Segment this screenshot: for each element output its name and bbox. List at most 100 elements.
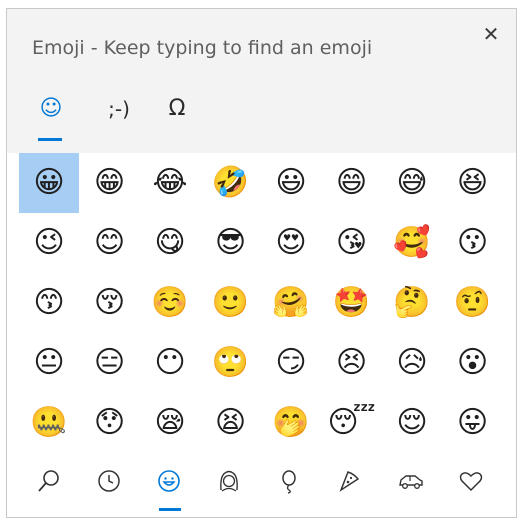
emoji-glyph: 😮 [456,345,489,380]
smiley-tab-icon: ☺ [39,96,63,121]
emoji-glyph: 😪 [154,405,186,440]
emoji-glyph: 😏 [275,345,307,380]
emoji-cell[interactable]: 😪 [140,393,200,453]
active-category-indicator [159,508,181,511]
emoji-panel: ✕ Emoji - Keep typing to find an emoji ☺… [6,8,517,518]
emoji-cell[interactable]: 😫 [201,393,261,453]
emoji-cell[interactable]: 😐 [19,333,79,393]
tab-emoji[interactable]: ☺ [31,89,71,141]
search-icon [38,470,59,492]
emoji-cell[interactable]: 😥 [382,333,442,393]
emoji-cell[interactable]: 😌 [382,393,442,453]
emoji-glyph: 😘 [335,225,368,260]
emoji-glyph: 😚 [93,285,126,320]
category-food[interactable] [329,461,369,501]
category-search[interactable] [29,461,69,501]
smiley-icon [158,470,180,492]
emoji-cell[interactable]: 😑 [80,333,140,393]
balloon-icon [282,470,296,494]
emoji-glyph: 😗 [456,225,489,260]
active-tab-indicator [38,138,62,141]
emoji-cell[interactable]: 😴 [322,393,382,453]
emoji-glyph: 🙄 [211,345,250,380]
emoji-glyph: ☺️ [151,285,189,320]
emoji-glyph: 🤔 [393,285,431,320]
emoji-cell[interactable]: 🤗 [261,273,321,333]
emoji-glyph: 🤨 [453,285,492,320]
emoji-cell[interactable]: 😆 [443,153,503,213]
emoji-cell[interactable]: 😛 [443,393,503,453]
emoji-glyph: 😴 [327,405,376,440]
emoji-glyph: 😙 [33,285,65,320]
emoji-cell[interactable]: 😚 [80,273,140,333]
emoji-cell[interactable]: 😂 [140,153,200,213]
emoji-glyph: 😋 [154,225,186,260]
emoji-cell[interactable]: 😙 [19,273,79,333]
category-bar [7,455,516,517]
category-smileys[interactable] [149,461,189,511]
category-travel[interactable] [391,461,431,501]
emoji-cell[interactable]: 😊 [80,213,140,273]
emoji-glyph: 😁 [93,165,126,200]
emoji-cell[interactable]: 😍 [261,213,321,273]
emoji-cell[interactable]: 🤨 [443,273,503,333]
emoji-cell[interactable]: 🤣 [201,153,261,213]
kaomoji-tab-label: ;-) [108,97,130,121]
emoji-glyph: 😉 [33,225,65,260]
emoji-cell[interactable]: 😏 [261,333,321,393]
tab-symbols[interactable]: Ω [157,89,197,141]
emoji-cell[interactable]: 🙂 [201,273,261,333]
emoji-cell[interactable]: 😃 [261,153,321,213]
emoji-cell[interactable]: 🤩 [322,273,382,333]
emoji-cell[interactable]: 😗 [443,213,503,273]
emoji-glyph: 🤐 [30,405,68,440]
emoji-glyph: 😆 [456,165,489,200]
emoji-cell[interactable]: 😎 [201,213,261,273]
emoji-cell[interactable]: 😣 [322,333,382,393]
emoji-cell[interactable]: 🤐 [19,393,79,453]
emoji-glyph: 😛 [456,405,489,440]
emoji-glyph: 🤭 [272,405,310,440]
emoji-cell[interactable]: 🤔 [382,273,442,333]
emoji-cell[interactable]: ☺️ [140,273,200,333]
emoji-glyph: 😥 [396,345,428,380]
emoji-glyph: 🤣 [211,165,250,200]
emoji-cell[interactable]: 😁 [80,153,140,213]
emoji-cell[interactable]: 🥰 [382,213,442,273]
emoji-cell[interactable]: 😅 [382,153,442,213]
category-people[interactable] [209,461,249,501]
emoji-cell[interactable]: 😘 [322,213,382,273]
emoji-glyph: 😑 [93,345,126,380]
emoji-cell[interactable]: 😶 [140,333,200,393]
emoji-cell[interactable]: 😯 [80,393,140,453]
emoji-glyph: 😅 [396,165,428,200]
emoji-cell[interactable]: 😮 [443,333,503,393]
panel-header: ✕ Emoji - Keep typing to find an emoji ☺… [7,9,516,153]
close-icon[interactable]: ✕ [480,23,502,45]
emoji-glyph: 😃 [275,165,307,200]
emoji-glyph: 😊 [93,225,126,260]
emoji-cell[interactable]: 🤭 [261,393,321,453]
emoji-glyph: 😯 [93,405,126,440]
emoji-cell[interactable]: 😉 [19,213,79,273]
emoji-glyph: 🤩 [332,285,371,320]
emoji-glyph: 🙂 [211,285,250,320]
emoji-grid: 😀 😁 😂 🤣 😃 😄 😅 😆 😉 😊 😋 😎 😍 😘 🥰 😗 😙 😚 ☺️ 🙂 🤗 🤩 🤔 🤨 😐 😑 😶 🙄 😏 😣 😥 😮 🤐 😯 😪 😫 🤭 😴 😌… [19,153,505,453]
emoji-cell[interactable]: 😋 [140,213,200,273]
category-recent[interactable] [89,461,129,501]
emoji-glyph: 😐 [33,345,65,380]
tab-kaomoji[interactable]: ;-) [97,89,141,141]
emoji-cell[interactable]: 😄 [322,153,382,213]
panel-title: Emoji - Keep typing to find an emoji [32,37,373,59]
emoji-glyph: 🥰 [393,225,431,260]
omega-tab-icon: Ω [168,96,186,121]
pizza-icon [339,471,360,492]
emoji-cell[interactable]: 😀 [19,153,79,213]
category-celebrations[interactable] [269,461,309,501]
person-icon [220,470,238,492]
car-icon [399,475,423,489]
category-symbols[interactable] [451,461,491,501]
clock-icon [98,470,120,492]
emoji-cell[interactable]: 🙄 [201,333,261,393]
emoji-glyph: 🤗 [272,285,310,320]
